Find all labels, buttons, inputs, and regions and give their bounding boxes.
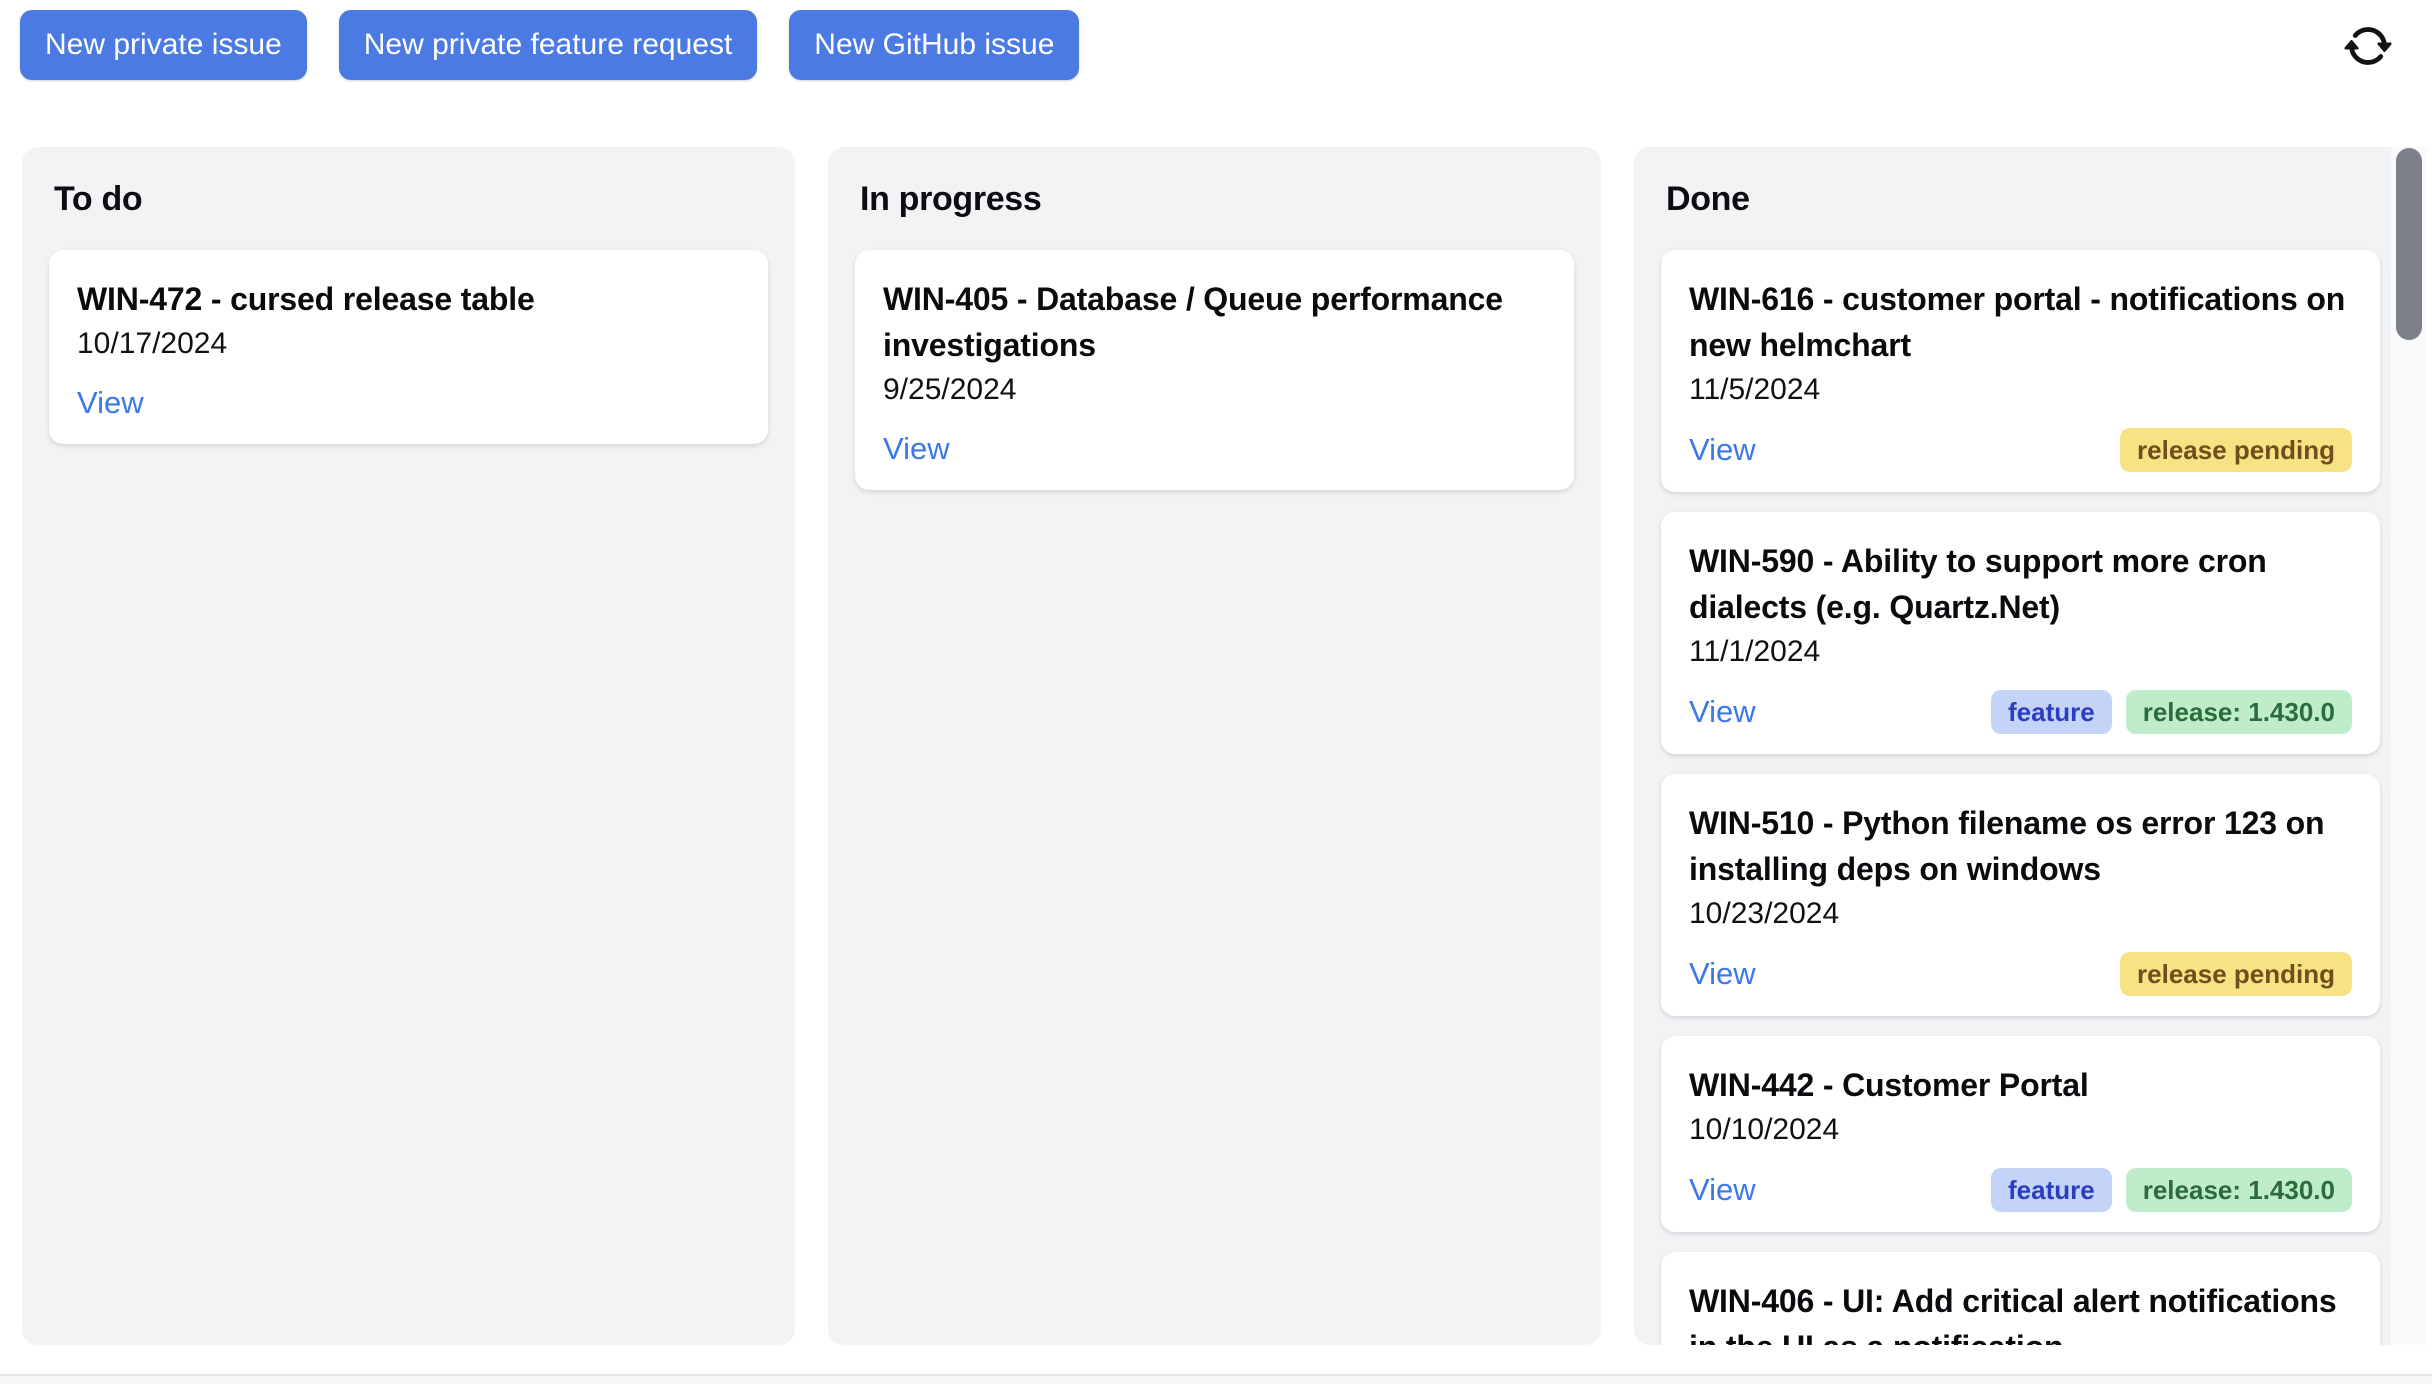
badge-group: feature release: 1.430.0 [1991, 690, 2352, 734]
issue-card-date: 9/25/2024 [883, 370, 1546, 410]
view-link[interactable]: View [1689, 429, 1756, 471]
column-todo: To do WIN-472 - cursed release table 10/… [22, 147, 795, 1345]
issue-card-footer: View release pending [1689, 428, 2352, 472]
refresh-button[interactable] [2340, 18, 2396, 74]
column-title: Done [1666, 177, 2380, 221]
issue-card[interactable]: WIN-442 - Customer Portal 10/10/2024 Vie… [1661, 1036, 2380, 1232]
badge-release-pending: release pending [2120, 428, 2352, 472]
issue-card-date: 10/23/2024 [1689, 894, 2352, 934]
card-list: WIN-405 - Database / Queue performance i… [855, 250, 1574, 490]
issue-card[interactable]: WIN-616 - customer portal - notification… [1661, 250, 2380, 492]
issue-card-title: WIN-616 - customer portal - notification… [1689, 276, 2352, 368]
card-list: WIN-616 - customer portal - notification… [1661, 250, 2380, 1345]
issue-card-footer: View release pending [1689, 952, 2352, 996]
issue-card-date: 10/17/2024 [77, 324, 740, 364]
issue-card-title: WIN-442 - Customer Portal [1689, 1062, 2352, 1108]
badge-feature: feature [1991, 1168, 2112, 1212]
issue-card[interactable]: WIN-590 - Ability to support more cron d… [1661, 512, 2380, 754]
column-title: To do [54, 177, 768, 221]
badge-group: release pending [2120, 428, 2352, 472]
issue-card-title: WIN-510 - Python filename os error 123 o… [1689, 800, 2352, 892]
issue-card-date: 11/1/2024 [1689, 632, 2352, 672]
kanban-board: To do WIN-472 - cursed release table 10/… [22, 147, 2407, 1345]
issue-card-date: 11/5/2024 [1689, 370, 2352, 410]
issue-card-footer: View [883, 428, 1546, 470]
issue-card[interactable]: WIN-406 - UI: Add critical alert notific… [1661, 1252, 2380, 1345]
view-link[interactable]: View [1689, 1169, 1756, 1211]
column-in-progress: In progress WIN-405 - Database / Queue p… [828, 147, 1601, 1345]
issue-card-footer: View [77, 382, 740, 424]
issue-card[interactable]: WIN-405 - Database / Queue performance i… [855, 250, 1574, 490]
view-link[interactable]: View [1689, 691, 1756, 733]
view-link[interactable]: View [1689, 953, 1756, 995]
view-link[interactable]: View [77, 382, 144, 424]
column-title: In progress [860, 177, 1574, 221]
new-github-issue-button[interactable]: New GitHub issue [789, 10, 1079, 80]
card-list: WIN-472 - cursed release table 10/17/202… [49, 250, 768, 444]
issue-card[interactable]: WIN-472 - cursed release table 10/17/202… [49, 250, 768, 444]
issue-card-footer: View feature release: 1.430.0 [1689, 1168, 2352, 1212]
issue-card-title: WIN-472 - cursed release table [77, 276, 740, 322]
badge-release-pending: release pending [2120, 952, 2352, 996]
new-private-issue-button[interactable]: New private issue [20, 10, 307, 80]
vertical-scrollbar-thumb[interactable] [2396, 148, 2422, 340]
issue-card-title: WIN-590 - Ability to support more cron d… [1689, 538, 2352, 630]
new-private-feature-request-button[interactable]: New private feature request [339, 10, 758, 80]
badge-group: release pending [2120, 952, 2352, 996]
issue-card-title: WIN-405 - Database / Queue performance i… [883, 276, 1546, 368]
badge-release-1-430-0: release: 1.430.0 [2126, 1168, 2352, 1212]
issue-card-footer: View feature release: 1.430.0 [1689, 690, 2352, 734]
badge-feature: feature [1991, 690, 2112, 734]
issue-card-title: WIN-406 - UI: Add critical alert notific… [1689, 1278, 2352, 1345]
bottom-divider [0, 1374, 2432, 1384]
refresh-icon [2344, 22, 2392, 70]
badge-group: feature release: 1.430.0 [1991, 1168, 2352, 1212]
issue-card-date: 10/10/2024 [1689, 1110, 2352, 1150]
toolbar: New private issue New private feature re… [20, 10, 1079, 80]
column-done: Done WIN-616 - customer portal - notific… [1634, 147, 2407, 1345]
issue-card[interactable]: WIN-510 - Python filename os error 123 o… [1661, 774, 2380, 1016]
badge-release-1-430-0: release: 1.430.0 [2126, 690, 2352, 734]
view-link[interactable]: View [883, 428, 950, 470]
